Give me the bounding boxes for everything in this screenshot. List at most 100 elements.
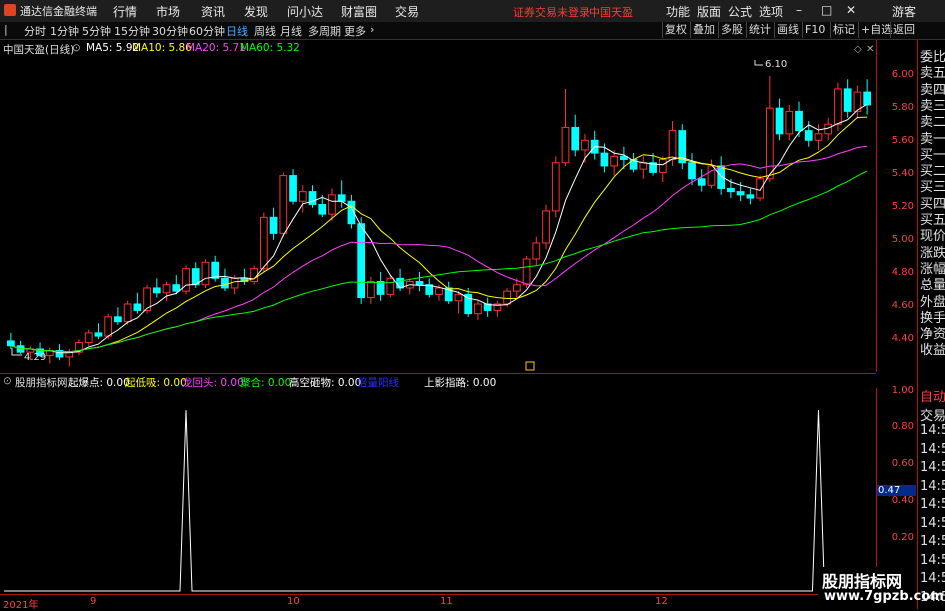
watermark: 股朋指标网 www.7gpzb.com <box>818 567 944 609</box>
menu-quotes[interactable]: 行情 <box>113 3 137 20</box>
candle-body <box>201 261 210 286</box>
candle-body <box>688 162 696 180</box>
candle-body <box>697 178 706 186</box>
btn-multistock[interactable]: 多股 <box>718 22 745 38</box>
y-tick: 5.20 <box>891 201 914 212</box>
chevron-right-icon[interactable]: › <box>370 23 374 36</box>
period-tab-daily[interactable]: 日线 <box>226 23 248 39</box>
candle-body <box>357 223 366 299</box>
candle-body <box>727 187 735 193</box>
period-tab-30min[interactable]: 30分钟 <box>152 23 188 39</box>
menu-assistant[interactable]: 问小达 <box>287 3 323 20</box>
period-tab-multi[interactable]: 多周期 <box>308 23 341 39</box>
candle-body <box>123 303 132 323</box>
login-warning[interactable]: 证券交易未登录 <box>513 4 590 20</box>
indicator-chart[interactable] <box>0 388 876 593</box>
candle-body <box>279 175 288 234</box>
btn-adjust[interactable]: 复权 <box>662 22 689 38</box>
y-tick: 4.80 <box>891 267 914 278</box>
candle-body <box>114 316 122 323</box>
menu-trade[interactable]: 交易 <box>395 3 419 20</box>
period-tab-60min[interactable]: 60分钟 <box>189 23 225 39</box>
btn-overlay[interactable]: 叠加 <box>690 22 717 38</box>
candle-body <box>104 316 113 337</box>
menu-function[interactable]: 功能 <box>666 3 690 20</box>
btn-f10[interactable]: F10 <box>802 22 827 38</box>
period-tab-monthly[interactable]: 月线 <box>280 23 302 39</box>
high-price-label: 6.10 <box>765 59 787 70</box>
candle-body <box>84 332 93 344</box>
menu-wealth[interactable]: 财富圈 <box>341 3 377 20</box>
btn-back[interactable]: 返回 <box>890 22 917 38</box>
guest-label[interactable]: 游客 <box>892 3 916 20</box>
sidebar-label: 14:56 <box>920 460 945 475</box>
menu-options[interactable]: 选项 <box>759 3 783 20</box>
candle-body <box>658 159 667 173</box>
time-axis: 2021年 9 10 11 12 <box>0 594 916 611</box>
candle-body <box>7 340 15 347</box>
sidebar-label[interactable]: 交易 <box>920 405 945 424</box>
menu-market[interactable]: 市场 <box>156 3 180 20</box>
candle-body <box>133 303 142 311</box>
ma20-line <box>10 145 868 353</box>
diamond-icon: ◇ <box>854 44 862 55</box>
candle-body <box>221 277 229 289</box>
candle-body <box>512 284 521 292</box>
candle-body <box>328 194 336 215</box>
candle-body <box>337 194 346 202</box>
candle-body <box>551 162 560 212</box>
y-tick: 4.60 <box>891 300 914 311</box>
period-tab-1min[interactable]: 1分钟 <box>50 23 79 39</box>
candle-body <box>182 268 190 292</box>
candle-body <box>396 277 404 289</box>
period-tab-tick[interactable]: 分时 <box>24 23 46 39</box>
minimize-icon[interactable]: – <box>796 3 802 17</box>
candle-body <box>542 210 550 244</box>
kline-chart[interactable]: 6.10 4.29 ◇ ✕ <box>0 40 876 372</box>
menu-news[interactable]: 资讯 <box>201 3 225 20</box>
candle-body <box>581 139 589 151</box>
price-axis: 6.00 5.80 5.60 5.40 5.20 5.00 4.80 4.60 … <box>876 40 917 372</box>
period-tab-weekly[interactable]: 周线 <box>254 23 276 39</box>
maximize-icon[interactable]: □ <box>821 3 832 17</box>
candle-body <box>600 152 609 167</box>
candle-body <box>668 130 677 161</box>
btn-add-watchlist[interactable]: +自选 <box>858 22 894 38</box>
menu-formula[interactable]: 公式 <box>728 3 752 20</box>
candle-body <box>269 216 278 234</box>
period-tab-5min[interactable]: 5分钟 <box>82 23 111 39</box>
ma20-value: MA20: 5.71 <box>186 42 246 54</box>
btn-mark[interactable]: 标记 <box>830 22 857 38</box>
indicator-settings-icon[interactable]: ⊙ <box>3 375 12 387</box>
indicator-spike-line <box>4 410 870 592</box>
settings-icon[interactable]: ⊙ <box>72 42 81 54</box>
period-tab-more[interactable]: 更多 <box>344 23 366 39</box>
sidebar-label[interactable]: 自动 <box>920 386 945 405</box>
candle-body <box>775 107 784 135</box>
ind-y-tick: 0.60 <box>891 458 914 469</box>
ma60-line <box>10 170 868 353</box>
btn-stats[interactable]: 统计 <box>746 22 773 38</box>
menu-layout[interactable]: 版面 <box>697 3 721 20</box>
watermark-url: www.7gpzb.com <box>824 589 944 604</box>
candle-body <box>94 332 103 337</box>
candle-body <box>814 133 823 141</box>
x-tick: 10 <box>287 596 300 607</box>
x-tick: 12 <box>655 596 668 607</box>
candle-body <box>522 258 531 286</box>
menu-discover[interactable]: 发现 <box>244 3 268 20</box>
indicator-axis: 1.00 0.80 0.60 0.40 0.20 0.47 <box>876 385 917 593</box>
close-icon[interactable]: ✕ <box>846 3 856 17</box>
candle-body <box>211 261 220 279</box>
period-tab-15min[interactable]: 15分钟 <box>114 23 150 39</box>
candle-body <box>454 293 463 302</box>
sidebar-label: 14:56 <box>920 515 945 531</box>
candle-body <box>415 281 424 286</box>
ind-y-tick: 0.20 <box>891 532 914 543</box>
quote-sidebar: 委比 卖五 卖四 卖三 卖二 卖一 买一 买二 买三 买四 买五 现价 涨跌 涨幅 总量 外盘 换手 净资 收益 自动… <box>917 40 945 609</box>
close-chart-icon: ✕ <box>866 44 874 55</box>
btn-draw[interactable]: 画线 <box>774 22 801 38</box>
candle-body <box>756 178 764 199</box>
sidebar-label: 14:56 <box>920 552 945 568</box>
title-stock-name: 中国天盈 <box>589 6 633 19</box>
